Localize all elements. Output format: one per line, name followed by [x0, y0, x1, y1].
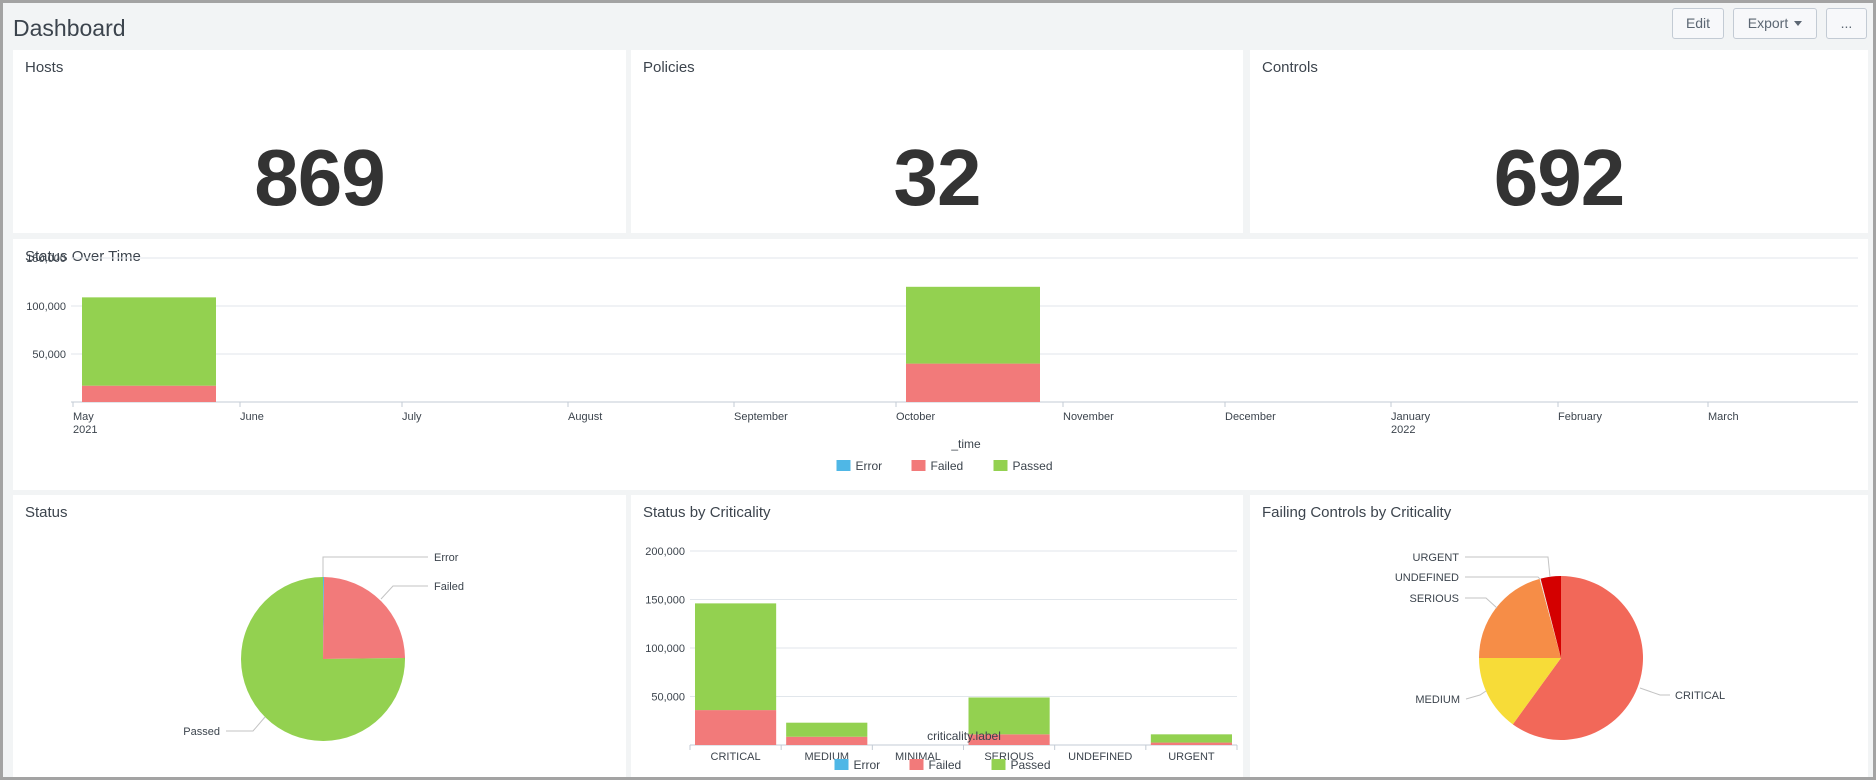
controls-panel: Controls 692	[1250, 50, 1868, 233]
legend-label-failed[interactable]: Failed	[931, 459, 964, 473]
y-tick-label: 200,000	[645, 546, 685, 558]
bar-passed[interactable]	[906, 286, 1040, 364]
edit-button[interactable]: Edit	[1672, 8, 1724, 39]
export-button[interactable]: Export	[1733, 8, 1817, 39]
x-tick-label: December	[1225, 411, 1276, 423]
hosts-panel: Hosts 869	[13, 50, 626, 233]
hosts-count[interactable]: 869	[13, 138, 626, 218]
status-by-criticality-chart: 50,000100,000150,000200,000CRITICAL MEDIU…	[645, 546, 1238, 772]
dashboard-header: Dashboard Edit Export ...	[3, 3, 1873, 49]
policies-count[interactable]: 32	[631, 138, 1243, 218]
y-tick-label: 100,000	[645, 643, 685, 655]
legend-label-failed[interactable]: Failed	[929, 758, 962, 772]
bar-passed[interactable]	[695, 603, 777, 711]
controls-count[interactable]: 692	[1250, 138, 1868, 218]
pie-label-serious: SERIOUS	[1409, 593, 1459, 605]
x-tick-label: July	[402, 411, 422, 423]
x-tick-label: September	[734, 411, 788, 423]
status-over-time-chart: 50,000 100,000 150,000 May2021 June July Augus…	[26, 253, 1858, 473]
leader-line	[1465, 576, 1541, 580]
x-tick-label: January	[1391, 411, 1431, 423]
policies-panel: Policies 32	[631, 50, 1243, 233]
leader-line	[380, 585, 428, 600]
x-tick-label: February	[1558, 411, 1603, 423]
panel-title: Controls	[1262, 59, 1318, 76]
status-panel: Status Error Failed Passed	[13, 495, 626, 777]
panel-title: Hosts	[25, 59, 64, 76]
x-tick-label: CRITICAL	[711, 751, 761, 763]
leader-line	[1465, 597, 1498, 609]
x-tick-label: URGENT	[1168, 751, 1215, 763]
legend-swatch-error[interactable]	[834, 759, 849, 770]
legend-swatch-passed[interactable]	[991, 759, 1006, 770]
failing-controls-panel: Failing Controls by Criticality URGENT UN…	[1250, 495, 1868, 777]
pie-label-urgent: URGENT	[1413, 552, 1460, 564]
x-tick-sublabel: 2022	[1391, 424, 1415, 436]
pie-label-error: Error	[434, 552, 459, 564]
x-tick-label: June	[240, 411, 264, 423]
x-tick-label: UNDEFINED	[1068, 751, 1132, 763]
pie-label-passed: Passed	[183, 726, 220, 738]
export-label: Export	[1747, 15, 1789, 31]
x-tick-label: August	[568, 411, 602, 423]
bar-passed[interactable]	[82, 297, 216, 386]
pie-label-undefined: UNDEFINED	[1395, 572, 1459, 584]
pie-label-failed: Failed	[434, 581, 464, 593]
x-tick-label: November	[1063, 411, 1114, 423]
bar-failed[interactable]	[1150, 742, 1232, 745]
y-tick-label: 50,000	[32, 349, 66, 361]
legend-swatch-error[interactable]	[836, 460, 851, 471]
bar-passed[interactable]	[786, 722, 868, 737]
status-by-criticality-panel: Status by Criticality 50,000 100,000 150,0…	[631, 495, 1243, 777]
failing-controls-pie-chart: URGENT UNDEFINED SERIOUS MEDIUM CRITICAL	[1395, 552, 1725, 740]
legend-swatch-passed[interactable]	[993, 460, 1008, 471]
y-tick-label: 150,000	[26, 253, 66, 265]
leader-line	[1465, 556, 1551, 578]
pie-label-critical: CRITICAL	[1675, 690, 1725, 702]
bar-failed[interactable]	[695, 710, 777, 745]
leader-line	[322, 556, 428, 577]
x-tick-sublabel: 2021	[73, 424, 97, 436]
leader-line	[1465, 690, 1487, 700]
y-tick-label: 50,000	[651, 692, 685, 704]
legend-swatch-failed[interactable]	[909, 759, 924, 770]
y-tick-label: 100,000	[26, 301, 66, 313]
status-over-time-panel: Status Over Time 50,000 100,000 150,000 May…	[13, 239, 1868, 490]
leader-line	[1639, 687, 1670, 696]
page-title: Dashboard	[13, 15, 126, 41]
x-axis-title: criticality.label	[927, 729, 1001, 743]
x-axis-title: _time	[950, 437, 981, 451]
more-actions-button[interactable]: ...	[1826, 8, 1867, 39]
leader-line	[226, 716, 266, 732]
bar-failed[interactable]	[82, 385, 216, 402]
status-pie-chart: Error Failed Passed	[183, 552, 464, 741]
bar-failed[interactable]	[906, 363, 1040, 402]
legend-swatch-failed[interactable]	[911, 460, 926, 471]
legend-label-passed[interactable]: Passed	[1013, 459, 1053, 473]
bar-passed[interactable]	[1150, 734, 1232, 743]
x-tick-label: May	[73, 411, 94, 423]
caret-down-icon	[1794, 20, 1803, 26]
panel-title: Policies	[643, 59, 695, 76]
legend-label-passed[interactable]: Passed	[1011, 758, 1051, 772]
pie-label-medium: MEDIUM	[1415, 694, 1460, 706]
x-tick-label: March	[1708, 411, 1739, 423]
x-tick-label: October	[896, 411, 935, 423]
legend-label-error[interactable]: Error	[854, 758, 881, 772]
legend-label-error[interactable]: Error	[856, 459, 883, 473]
bar-failed[interactable]	[786, 736, 868, 745]
y-tick-label: 150,000	[645, 595, 685, 607]
status-slice-failed[interactable]	[323, 577, 405, 659]
